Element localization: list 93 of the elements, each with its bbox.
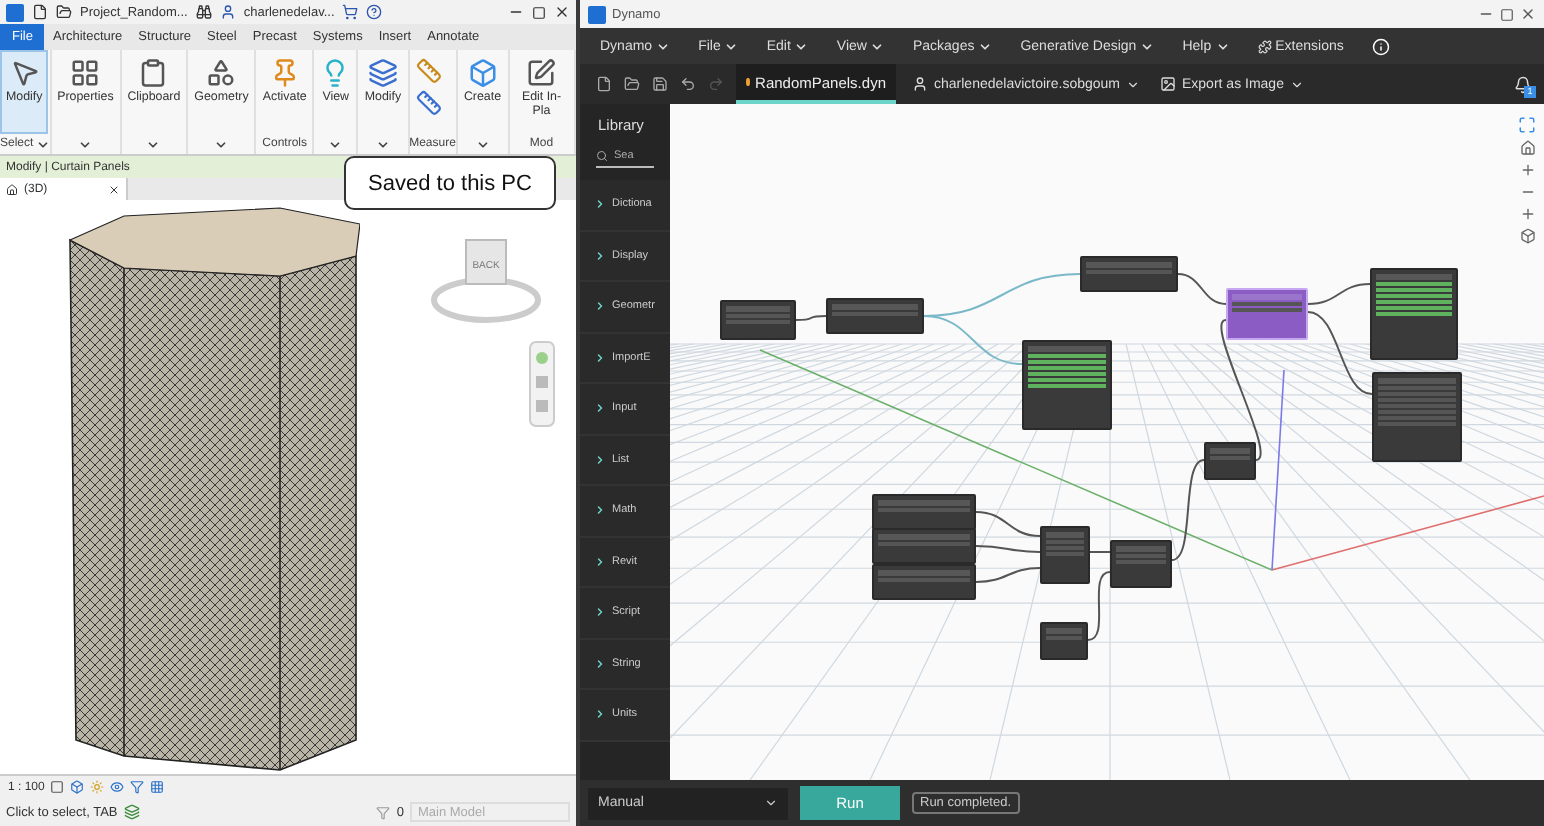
undo-icon[interactable] bbox=[680, 76, 696, 92]
app-logo[interactable] bbox=[6, 3, 24, 21]
close-icon[interactable] bbox=[554, 4, 570, 20]
graph-node[interactable] bbox=[872, 564, 976, 600]
chevron-icon bbox=[594, 708, 606, 721]
user-icon[interactable] bbox=[219, 4, 236, 20]
graph-node[interactable] bbox=[1110, 540, 1172, 588]
chevron-icon bbox=[594, 453, 606, 466]
caret-icon[interactable] bbox=[475, 137, 490, 151]
wire bbox=[1089, 551, 1111, 553]
clipboard-icon bbox=[138, 58, 169, 88]
cube-icon[interactable] bbox=[1520, 228, 1536, 244]
graph-node[interactable] bbox=[826, 298, 924, 334]
caret-icon[interactable] bbox=[375, 137, 390, 151]
caret-icon bbox=[764, 796, 778, 810]
chevron-icon bbox=[594, 504, 606, 517]
graph-node[interactable] bbox=[1040, 526, 1090, 584]
ruler-icon bbox=[415, 90, 442, 116]
graph-node[interactable] bbox=[1080, 256, 1178, 292]
graph-node[interactable] bbox=[872, 494, 976, 530]
wire bbox=[1307, 311, 1373, 395]
graph-node[interactable] bbox=[1040, 622, 1088, 660]
new-file-icon[interactable] bbox=[596, 76, 612, 92]
filter-icon[interactable] bbox=[130, 780, 145, 794]
graph-node[interactable] bbox=[1226, 288, 1308, 340]
bell-icon[interactable] bbox=[1514, 75, 1532, 93]
file-icon[interactable] bbox=[32, 4, 48, 20]
modify-icon bbox=[367, 58, 398, 88]
puzzle-icon bbox=[1257, 39, 1272, 53]
wire bbox=[975, 567, 1041, 583]
house-icon bbox=[6, 183, 18, 195]
graph-node[interactable] bbox=[1370, 268, 1458, 360]
chevron-icon bbox=[594, 198, 606, 211]
caret-icon[interactable] bbox=[214, 137, 229, 151]
chevron-icon bbox=[594, 402, 606, 415]
caret-icon[interactable] bbox=[78, 137, 93, 151]
cube-icon[interactable] bbox=[70, 780, 85, 794]
caret-icon[interactable] bbox=[146, 137, 161, 151]
pointer-icon bbox=[9, 58, 40, 88]
chevron-icon bbox=[594, 606, 606, 619]
chevron-icon bbox=[594, 555, 606, 568]
zoom-in-icon[interactable] bbox=[1520, 162, 1536, 178]
chevron-icon bbox=[594, 249, 606, 262]
maximize-icon[interactable] bbox=[1500, 7, 1514, 21]
caret-icon[interactable] bbox=[35, 137, 50, 151]
save-icon[interactable] bbox=[652, 76, 668, 92]
create-icon bbox=[467, 58, 498, 88]
wire bbox=[1220, 319, 1262, 461]
graph-node[interactable] bbox=[1022, 340, 1112, 430]
fit-view-icon[interactable] bbox=[1518, 116, 1536, 134]
pan-icon[interactable] bbox=[1520, 206, 1536, 222]
wire bbox=[975, 545, 1041, 553]
grid-icon[interactable] bbox=[150, 780, 165, 794]
chevron-icon bbox=[594, 657, 606, 670]
toast-message: Saved to this PC bbox=[344, 156, 556, 210]
close-icon[interactable] bbox=[1520, 6, 1536, 22]
eye-icon[interactable] bbox=[110, 780, 125, 794]
wire bbox=[1171, 459, 1205, 561]
user-icon bbox=[912, 76, 928, 92]
folder-icon[interactable] bbox=[56, 4, 72, 20]
graph-node[interactable] bbox=[720, 300, 796, 340]
open-icon[interactable] bbox=[624, 76, 640, 92]
maximize-icon[interactable] bbox=[532, 5, 546, 19]
chevron-icon bbox=[594, 351, 606, 364]
wire bbox=[1307, 283, 1371, 305]
ruler-icon bbox=[415, 58, 442, 84]
square-icon[interactable] bbox=[50, 780, 65, 794]
help-icon[interactable] bbox=[366, 4, 383, 20]
graph-node[interactable] bbox=[1204, 442, 1256, 480]
caret-icon bbox=[1289, 77, 1304, 91]
edit-icon bbox=[526, 58, 557, 88]
wire bbox=[1177, 273, 1227, 305]
graph-node[interactable] bbox=[1372, 372, 1462, 462]
search-icon bbox=[596, 149, 608, 161]
home-icon[interactable] bbox=[1520, 140, 1536, 156]
image-icon bbox=[1160, 76, 1176, 92]
wire bbox=[795, 315, 827, 321]
filter-icon[interactable] bbox=[376, 805, 391, 819]
binoculars-icon[interactable] bbox=[195, 4, 212, 20]
app-logo bbox=[588, 5, 606, 23]
properties-icon bbox=[70, 58, 101, 88]
cart-icon[interactable] bbox=[342, 4, 359, 20]
activate-icon bbox=[269, 58, 300, 88]
close-icon[interactable] bbox=[108, 183, 120, 195]
graph-node[interactable] bbox=[872, 528, 976, 564]
chevron-icon bbox=[594, 300, 606, 313]
wire bbox=[975, 511, 1041, 537]
caret-icon bbox=[1126, 77, 1140, 91]
layers-icon[interactable] bbox=[123, 804, 140, 820]
geometry-icon bbox=[206, 58, 237, 88]
info-icon[interactable] bbox=[1371, 37, 1390, 55]
caret-icon[interactable] bbox=[328, 137, 343, 151]
wire bbox=[1087, 571, 1111, 641]
